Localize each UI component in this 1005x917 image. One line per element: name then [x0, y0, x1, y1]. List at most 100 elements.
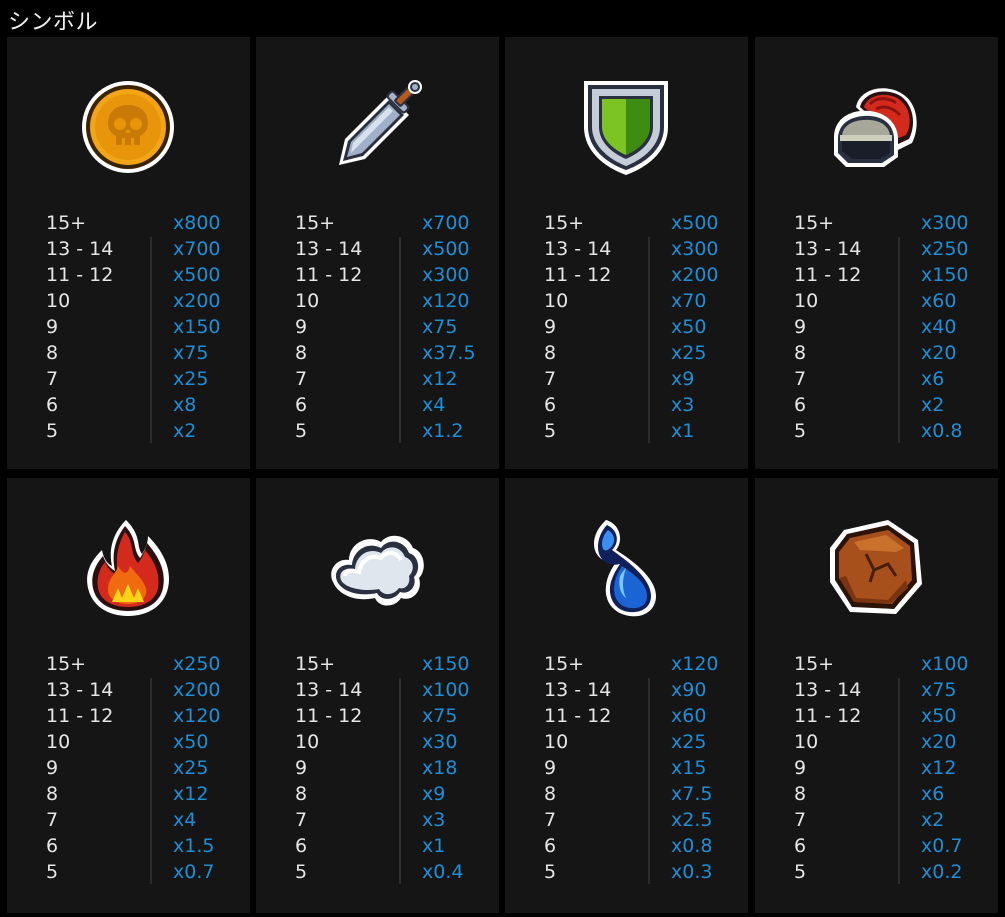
symbol-count: 8: [544, 342, 557, 364]
multiplier: x200: [173, 290, 221, 312]
paytable-row: 9 x12: [755, 755, 998, 781]
multiplier: x1.2: [422, 420, 464, 442]
paytable-row: 8 x25: [505, 340, 748, 366]
paytable-row: 10 x30: [256, 729, 499, 755]
symbol-count: 10: [46, 290, 71, 312]
paytable-row: 15+ x150: [256, 651, 499, 677]
symbol-count: 15+: [794, 653, 835, 675]
multiplier: x30: [422, 731, 458, 753]
symbol-count: 10: [794, 731, 819, 753]
paytable-row: 5 x2: [7, 418, 250, 444]
multiplier: x25: [671, 731, 707, 753]
paytable-row: 9 x150: [7, 314, 250, 340]
paytable-row: 5 x0.4: [256, 859, 499, 885]
multiplier: x20: [921, 342, 957, 364]
symbol-count: 5: [544, 420, 557, 442]
symbol-count: 7: [544, 368, 557, 390]
symbol-count: 13 - 14: [544, 238, 612, 260]
symbol-count: 11 - 12: [794, 705, 862, 727]
multiplier: x25: [173, 368, 209, 390]
multiplier: x250: [921, 238, 969, 260]
symbol-count: 9: [46, 757, 59, 779]
paytable-row: 10 x70: [505, 288, 748, 314]
multiplier: x50: [671, 316, 707, 338]
multiplier: x37.5: [422, 342, 476, 364]
multiplier: x9: [422, 783, 446, 805]
paytable-row: 9 x40: [755, 314, 998, 340]
multiplier: x300: [671, 238, 719, 260]
symbol-count: 6: [794, 394, 807, 416]
symbol-count: 8: [794, 342, 807, 364]
symbol-card-skull-coin: 15+ x800 13 - 14 x700 11 - 12 x500 10 x200 9…: [7, 37, 250, 469]
paytable-row: 15+ x300: [755, 210, 998, 236]
paytable-row: 15+ x500: [505, 210, 748, 236]
paytable: 15+ x150 13 - 14 x100 11 - 12 x75 10 x30 9 x1…: [256, 651, 499, 885]
paytable-row: 10 x20: [755, 729, 998, 755]
multiplier: x75: [921, 679, 957, 701]
multiplier: x12: [422, 368, 458, 390]
symbol-count: 5: [544, 861, 557, 883]
paytable-row: 8 x7.5: [505, 781, 748, 807]
symbol-count: 6: [544, 835, 557, 857]
symbol-count: 9: [295, 757, 308, 779]
shield-icon: [576, 77, 676, 177]
paytable-row: 5 x0.2: [755, 859, 998, 885]
symbol-count: 7: [295, 368, 308, 390]
symbol-count: 6: [295, 835, 308, 857]
multiplier: x0.4: [422, 861, 464, 883]
paytable-row: 15+ x250: [7, 651, 250, 677]
multiplier: x2: [921, 809, 945, 831]
paytable-row: 10 x120: [256, 288, 499, 314]
symbol-count: 13 - 14: [295, 238, 363, 260]
symbol-count: 11 - 12: [295, 705, 363, 727]
symbol-count: 8: [544, 783, 557, 805]
cloud-icon: [327, 518, 427, 618]
symbol-count: 13 - 14: [794, 238, 862, 260]
multiplier: x90: [671, 679, 707, 701]
paytable: 15+ x700 13 - 14 x500 11 - 12 x300 10 x120 9…: [256, 210, 499, 444]
multiplier: x2.5: [671, 809, 713, 831]
paytable-row: 5 x1: [505, 418, 748, 444]
symbol-count: 13 - 14: [46, 679, 114, 701]
paytable-row: 9 x50: [505, 314, 748, 340]
multiplier: x0.2: [921, 861, 963, 883]
symbol-count: 13 - 14: [46, 238, 114, 260]
multiplier: x4: [422, 394, 446, 416]
multiplier: x500: [422, 238, 470, 260]
paytable-row: 13 - 14 x300: [505, 236, 748, 262]
paytable-row: 11 - 12 x500: [7, 262, 250, 288]
paytable-row: 8 x75: [7, 340, 250, 366]
paytable-row: 13 - 14 x500: [256, 236, 499, 262]
paytable-row: 9 x25: [7, 755, 250, 781]
multiplier: x8: [173, 394, 197, 416]
symbol-count: 6: [794, 835, 807, 857]
paytable-row: 15+ x100: [755, 651, 998, 677]
paytable-row: 7 x9: [505, 366, 748, 392]
sword-icon: [327, 77, 427, 177]
paytable-row: 15+ x700: [256, 210, 499, 236]
multiplier: x3: [422, 809, 446, 831]
multiplier: x700: [422, 212, 470, 234]
paytable-row: 8 x12: [7, 781, 250, 807]
helmet-icon: [826, 77, 926, 177]
symbol-count: 15+: [794, 212, 835, 234]
paytable-row: 15+ x120: [505, 651, 748, 677]
multiplier: x4: [173, 809, 197, 831]
symbol-card-sword: 15+ x700 13 - 14 x500 11 - 12 x300 10 x120 9…: [256, 37, 499, 469]
paytable-row: 8 x9: [256, 781, 499, 807]
symbol-count: 10: [794, 290, 819, 312]
skull-coin-icon: [78, 77, 178, 177]
multiplier: x40: [921, 316, 957, 338]
symbol-count: 5: [295, 861, 308, 883]
paytable-row: 9 x75: [256, 314, 499, 340]
paytable-row: 8 x20: [755, 340, 998, 366]
paytable-row: 7 x6: [755, 366, 998, 392]
multiplier: x18: [422, 757, 458, 779]
paytable-row: 11 - 12 x150: [755, 262, 998, 288]
symbol-count: 9: [295, 316, 308, 338]
paytable-row: 11 - 12 x300: [256, 262, 499, 288]
paytable-row: 10 x200: [7, 288, 250, 314]
paytable-row: 10 x25: [505, 729, 748, 755]
paytable-row: 7 x25: [7, 366, 250, 392]
paytable-row: 6 x4: [256, 392, 499, 418]
